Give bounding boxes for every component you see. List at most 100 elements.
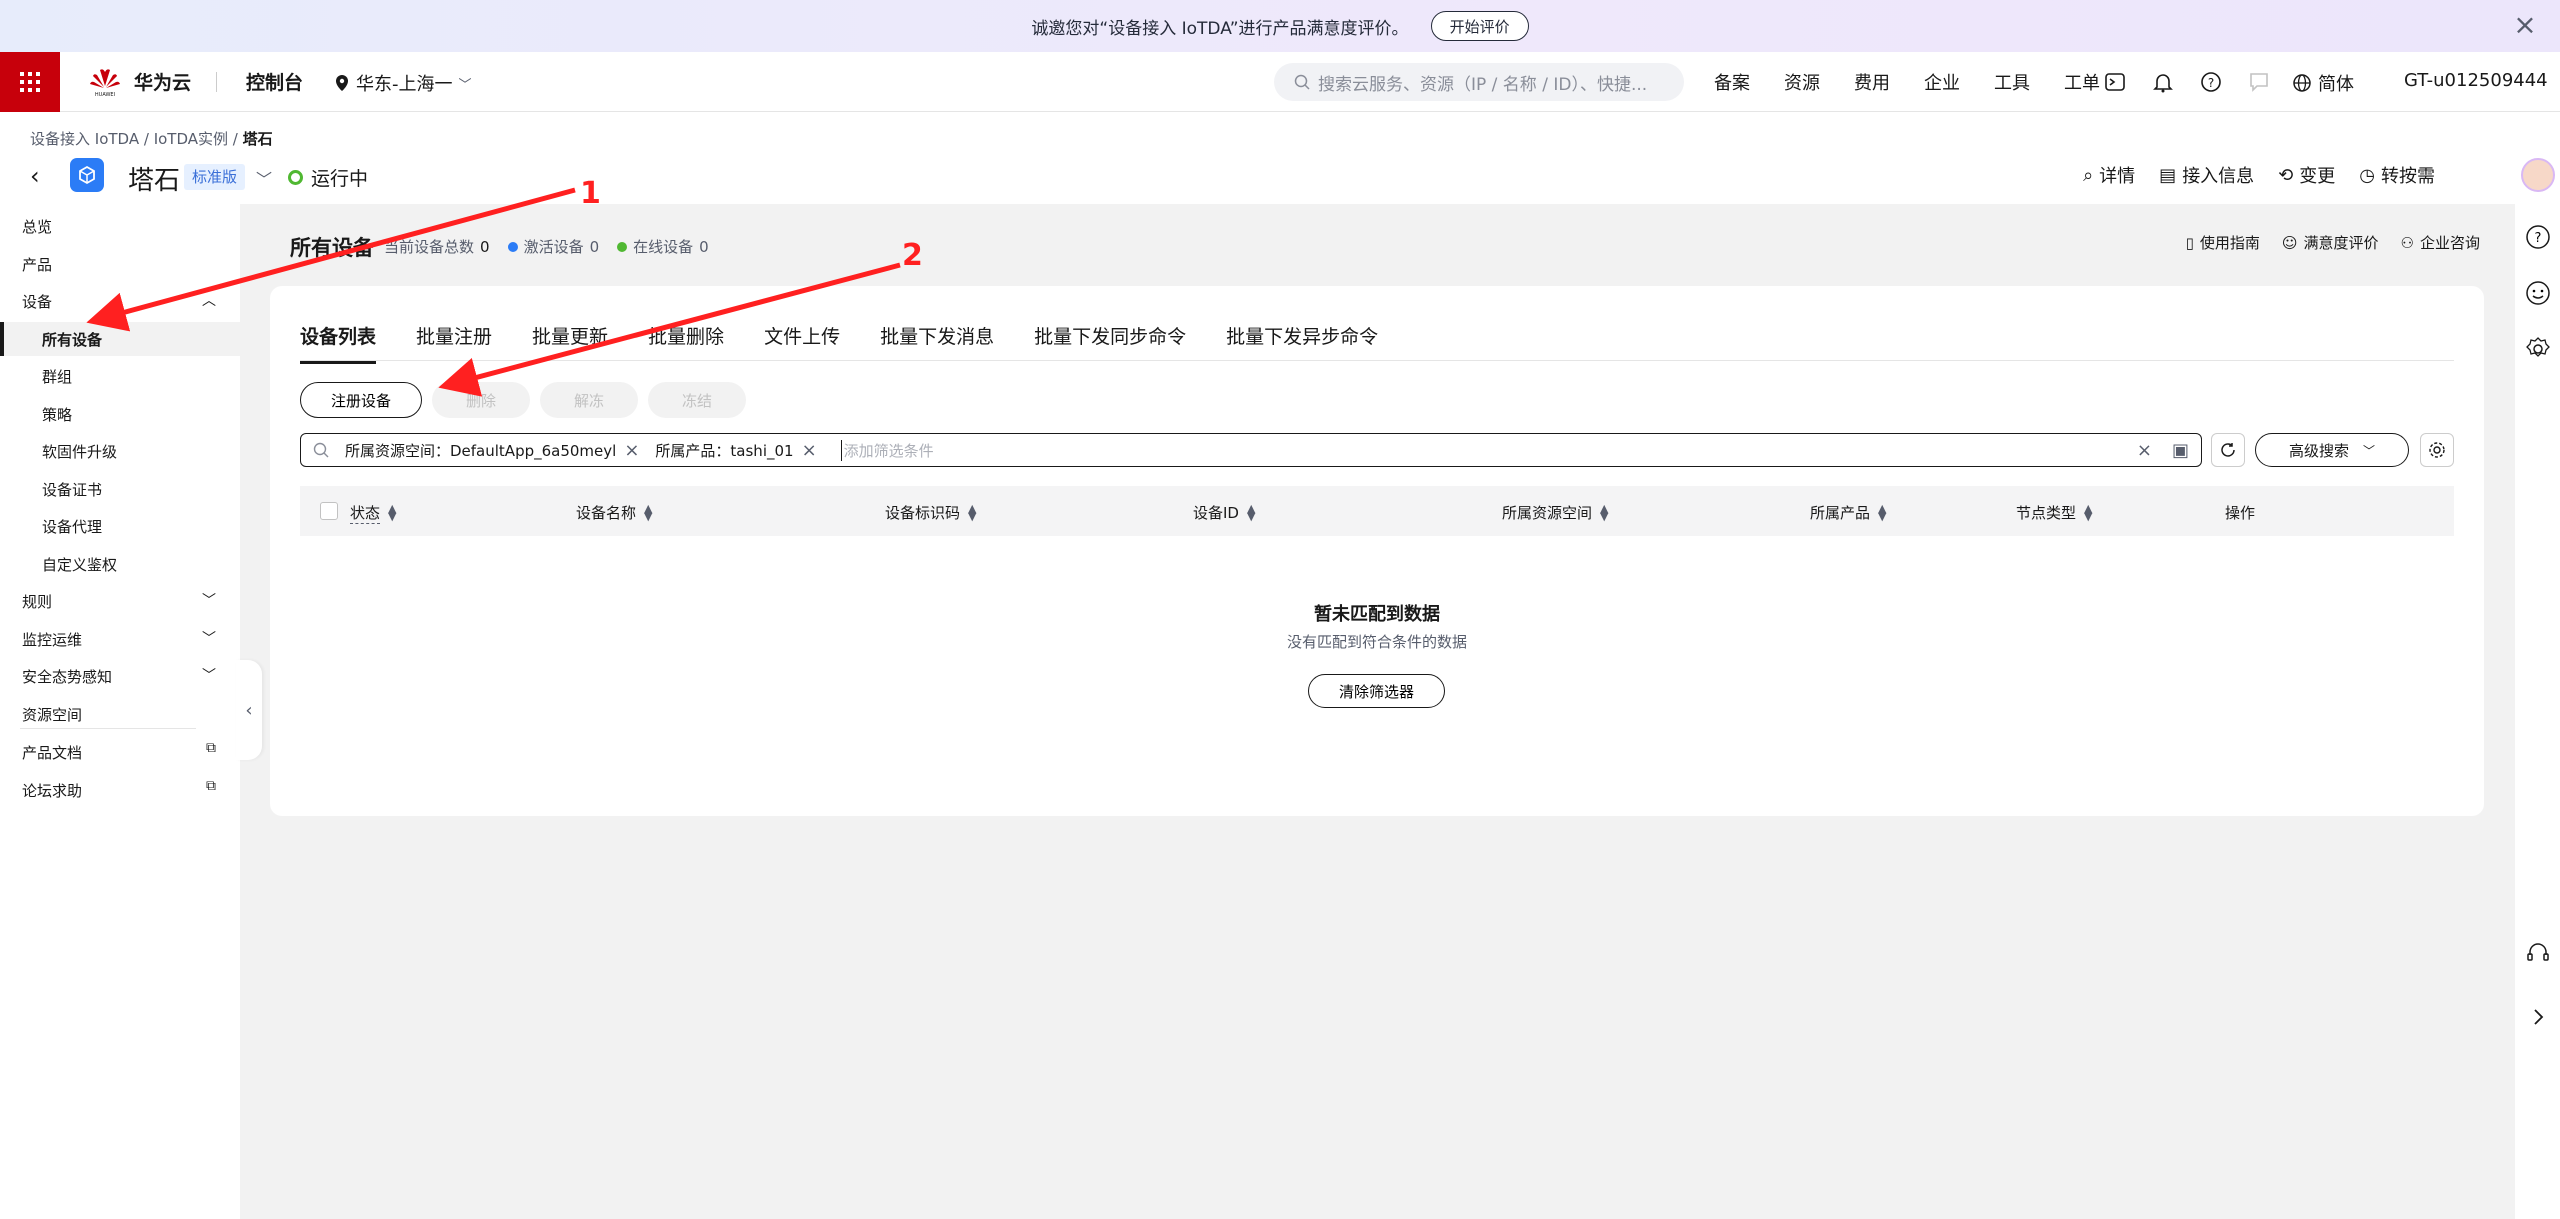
details-button[interactable]: ⌕ 详情 [2083, 162, 2135, 188]
close-icon[interactable]: × [624, 440, 639, 461]
sidebar-item-security[interactable]: 安全态势感知 [22, 666, 112, 687]
avatar[interactable] [2521, 158, 2555, 192]
nav-link-billing[interactable]: 费用 [1854, 69, 1890, 95]
access-info-button[interactable]: ▤ 接入信息 [2159, 162, 2254, 188]
help-icon[interactable]: ? [2200, 71, 2222, 93]
pay-per-use-button[interactable]: ◷ 转按需 [2359, 162, 2435, 188]
register-device-button[interactable]: 注册设备 [300, 382, 423, 418]
column-product[interactable]: 所属产品 ▲ ▼ [1810, 502, 1886, 523]
start-survey-button[interactable]: 开始评价 [1430, 11, 1529, 41]
column-node-type[interactable]: 节点类型 ▲ ▼ [2016, 502, 2092, 523]
grid-icon [20, 72, 40, 92]
nav-link-enterprise[interactable]: 企业 [1924, 69, 1960, 95]
column-device-id[interactable]: 设备ID ▲ ▼ [1193, 502, 1255, 523]
chevron-up-icon[interactable]: ︿ [202, 290, 216, 310]
tab-device-list[interactable]: 设备列表 [300, 322, 377, 364]
chevron-down-icon[interactable]: ﹀ [202, 628, 216, 648]
nav-link-resources[interactable]: 资源 [1784, 69, 1820, 95]
huawei-cloud-logo[interactable]: HUAWEI 华为云 [88, 64, 191, 98]
back-arrow-icon[interactable]: ‹ [30, 162, 40, 190]
column-resource-space[interactable]: 所属资源空间 ▲ ▼ [1502, 502, 1608, 523]
chevron-down-icon[interactable]: ﹀ [202, 665, 216, 685]
language-selector[interactable]: 简体 [2292, 70, 2354, 96]
sidebar-item-ota[interactable]: 软固件升级 [42, 441, 117, 462]
tab-batch-register[interactable]: 批量注册 [416, 322, 492, 364]
sidebar-item-certificates[interactable]: 设备证书 [42, 479, 102, 500]
sidebar-item-groups[interactable]: 群组 [42, 366, 72, 387]
close-icon[interactable]: × [2512, 11, 2538, 39]
nav-link-icp[interactable]: 备案 [1714, 69, 1750, 95]
sidebar-collapse-handle[interactable]: ‹ [236, 660, 262, 760]
user-account[interactable]: GT-u012509444 [2404, 70, 2548, 91]
region-selector[interactable]: 华东-上海一 ﹀ [334, 70, 472, 96]
delete-button[interactable]: 删除 [432, 382, 531, 418]
sort-icon[interactable]: ▲ ▼ [1247, 503, 1255, 522]
external-link-icon[interactable]: ⧉ [206, 778, 216, 794]
tab-batch-async-command[interactable]: 批量下发异步命令 [1226, 322, 1378, 364]
nav-link-tickets[interactable]: 工单 [2064, 69, 2100, 95]
sort-icon[interactable]: ▲ ▼ [644, 503, 652, 522]
page-title: 所有设备 [290, 236, 374, 260]
smiley-icon[interactable] [2525, 280, 2551, 306]
sort-icon[interactable]: ▲ ▼ [2084, 503, 2092, 522]
settings-icon[interactable] [2525, 336, 2551, 362]
sidebar-item-device[interactable]: 设备 [22, 291, 52, 312]
sort-icon[interactable]: ▲ ▼ [1600, 503, 1608, 522]
sidebar-item-monitoring[interactable]: 监控运维 [22, 629, 82, 650]
change-button[interactable]: ⟲ 变更 [2278, 162, 2335, 188]
bell-icon[interactable] [2152, 71, 2174, 93]
tab-batch-message[interactable]: 批量下发消息 [880, 322, 994, 364]
sidebar-item-rules[interactable]: 规则 [22, 591, 52, 612]
advanced-search-button[interactable]: 高级搜索 ﹀ [2255, 433, 2409, 467]
status-label: 运行中 [311, 168, 369, 190]
sidebar-item-policies[interactable]: 策略 [42, 404, 72, 425]
sidebar-item-proxy[interactable]: 设备代理 [42, 516, 102, 537]
sidebar-item-docs[interactable]: 产品文档 [22, 742, 82, 763]
column-node-id[interactable]: 设备标识码 ▲ ▼ [885, 502, 976, 523]
sidebar-item-overview[interactable]: 总览 [22, 216, 52, 237]
console-link[interactable]: 控制台 [246, 68, 303, 95]
chevron-down-icon[interactable]: ﹀ [202, 590, 216, 610]
huawei-logo-icon: HUAWEI [90, 69, 120, 98]
clear-filters-button[interactable]: 清除筛选器 [1308, 674, 1446, 708]
terminal-icon[interactable] [2104, 71, 2126, 93]
sidebar-item-product[interactable]: 产品 [22, 254, 52, 275]
chevron-right-icon[interactable] [2525, 1004, 2551, 1030]
table-settings-button[interactable] [2420, 433, 2454, 467]
unfreeze-button[interactable]: 解冻 [540, 382, 639, 418]
tab-file-upload[interactable]: 文件上传 [764, 322, 840, 364]
filter-input[interactable]: 所属资源空间：DefaultApp_6a50meyl × 所属产品：tashi_0… [300, 433, 2202, 467]
column-status[interactable]: 状态 ▲ ▼ [350, 502, 396, 524]
user-guide-link[interactable]: ▯ 使用指南 [2186, 232, 2260, 253]
freeze-button[interactable]: 冻结 [648, 382, 747, 418]
enterprise-consult-link[interactable]: ⚇ 企业咨询 [2401, 232, 2480, 253]
clear-icon[interactable]: × [2137, 440, 2152, 461]
breadcrumb-item-instances[interactable]: IoTDA实例 [154, 130, 228, 148]
help-icon[interactable]: ? [2525, 224, 2551, 250]
tab-batch-sync-command[interactable]: 批量下发同步命令 [1034, 322, 1186, 364]
column-device-name[interactable]: 设备名称 ▲ ▼ [576, 502, 652, 523]
sort-icon[interactable]: ▲ ▼ [1878, 503, 1886, 522]
tab-batch-delete[interactable]: 批量删除 [648, 322, 724, 364]
sort-icon[interactable]: ▲ ▼ [388, 503, 396, 522]
select-all-checkbox[interactable] [320, 502, 338, 520]
sort-icon[interactable]: ▲ ▼ [968, 503, 976, 522]
sidebar-item-forum[interactable]: 论坛求助 [22, 780, 82, 801]
satisfaction-link[interactable]: ☺ 满意度评价 [2282, 232, 2379, 253]
nav-link-tools[interactable]: 工具 [1994, 69, 2030, 95]
sidebar-item-all-devices[interactable]: 所有设备 [42, 329, 102, 350]
tab-batch-update[interactable]: 批量更新 [532, 322, 608, 364]
column-label: 状态 [350, 504, 381, 524]
global-search-input[interactable]: 搜索云服务、资源（IP / 名称 / ID）、快捷... [1274, 63, 1684, 101]
sidebar-item-custom-auth[interactable]: 自定义鉴权 [42, 554, 117, 575]
sidebar-item-resource-space[interactable]: 资源空间 [22, 704, 82, 725]
chevron-down-icon[interactable]: ﹀ [256, 166, 272, 190]
save-icon[interactable]: ▣ [2172, 440, 2189, 461]
close-icon[interactable]: × [802, 440, 817, 461]
refresh-button[interactable] [2211, 433, 2245, 467]
feedback-icon[interactable] [2248, 71, 2270, 93]
headset-icon[interactable] [2525, 940, 2551, 966]
service-menu-button[interactable] [0, 52, 60, 112]
breadcrumb-item-iotda[interactable]: 设备接入 IoTDA [30, 130, 139, 148]
external-link-icon[interactable]: ⧉ [206, 740, 216, 756]
